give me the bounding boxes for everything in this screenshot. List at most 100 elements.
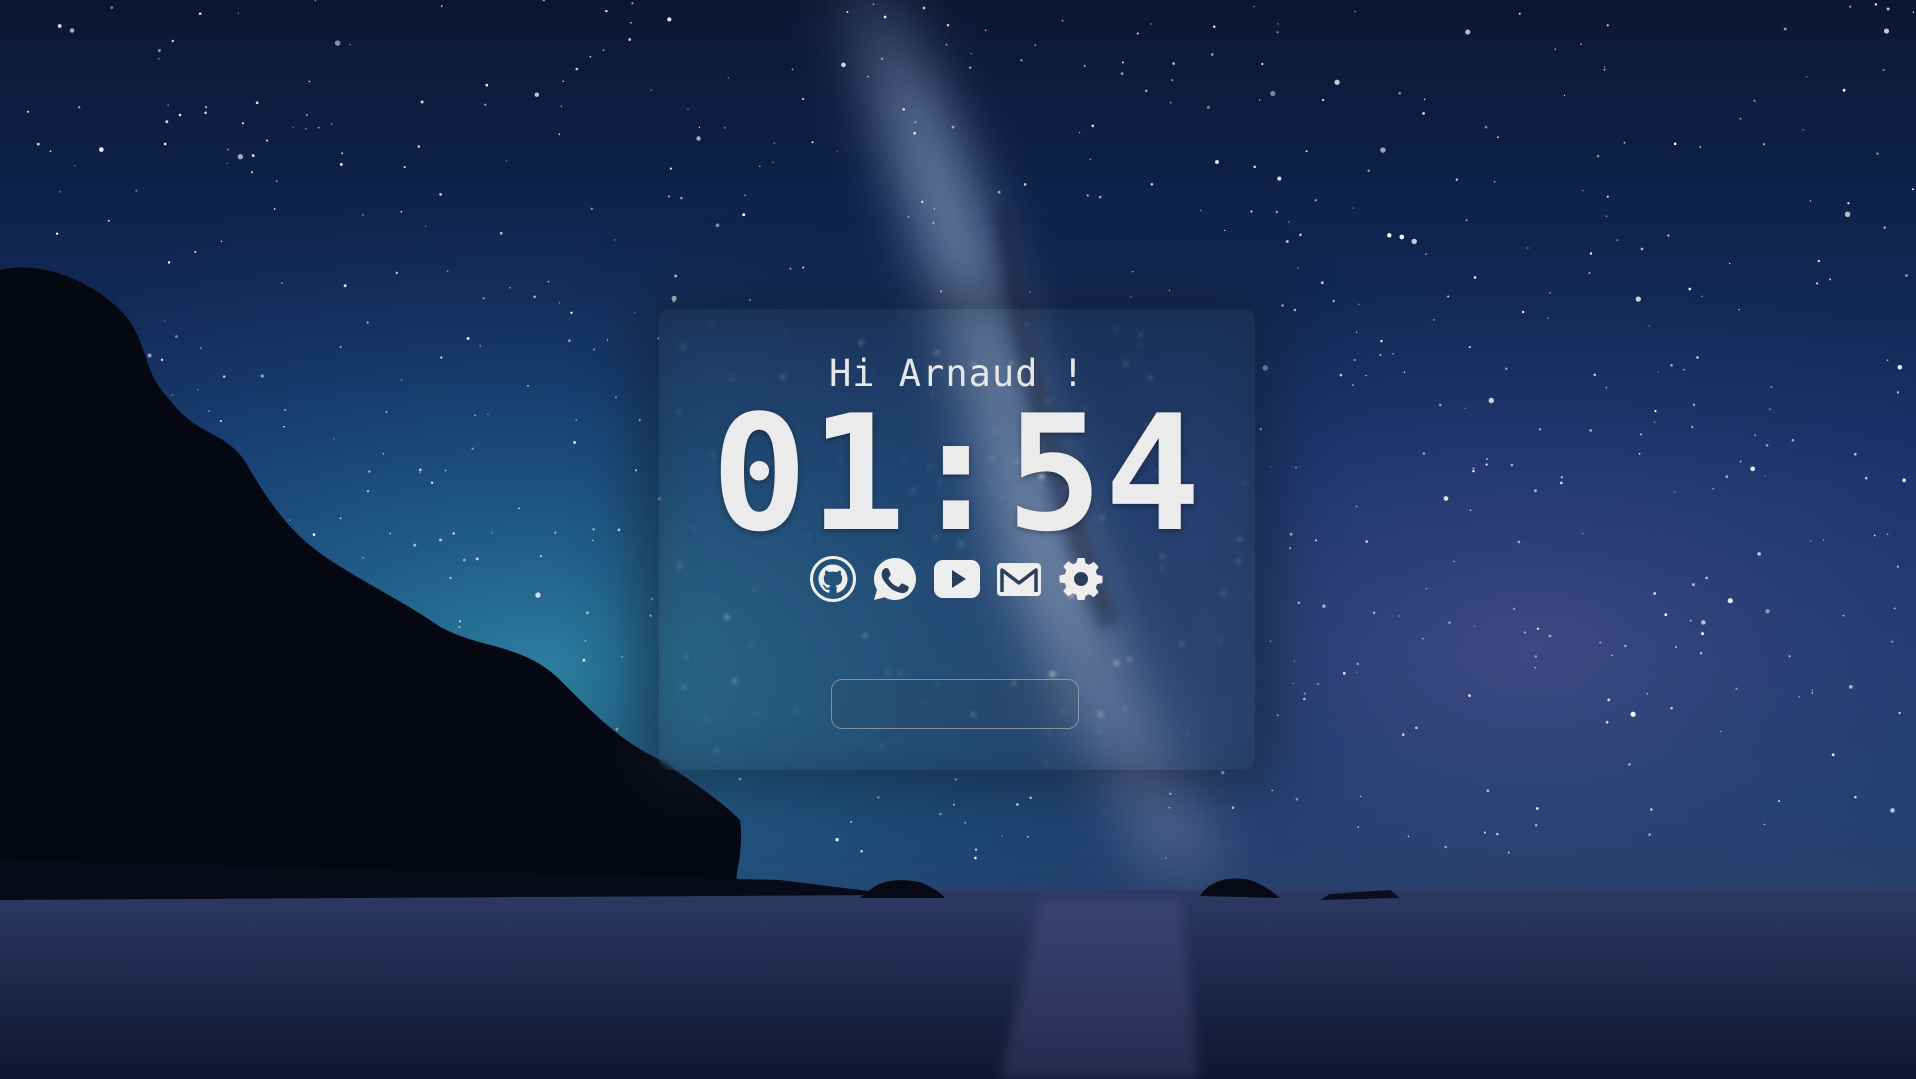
star [1712, 488, 1714, 490]
star [275, 180, 278, 182]
star [1765, 444, 1769, 447]
star [273, 208, 276, 210]
star [440, 5, 443, 8]
star [1763, 823, 1766, 826]
star [284, 408, 287, 411]
star [1911, 188, 1914, 191]
star [1791, 439, 1795, 442]
star [913, 131, 916, 135]
star [614, 239, 616, 241]
star [362, 214, 364, 216]
star [590, 207, 593, 210]
star [400, 210, 403, 213]
gear-icon[interactable] [1057, 555, 1105, 603]
star [241, 122, 244, 125]
star [36, 142, 40, 146]
star [535, 592, 541, 598]
star [1534, 666, 1536, 669]
star [1518, 12, 1521, 15]
star [1533, 489, 1537, 493]
star [1588, 271, 1591, 275]
star [250, 171, 254, 174]
star [1253, 165, 1256, 169]
star [1089, 158, 1092, 161]
star [1287, 221, 1290, 223]
star [204, 106, 208, 109]
star [99, 147, 104, 152]
star [1213, 25, 1216, 28]
star [251, 154, 255, 158]
star [1150, 23, 1152, 25]
star [449, 576, 452, 580]
star [1653, 421, 1656, 423]
star [1380, 339, 1383, 343]
star [110, 6, 114, 9]
star [1505, 367, 1508, 371]
star [1848, 685, 1853, 689]
star [638, 419, 641, 422]
star [1701, 620, 1706, 625]
star [575, 67, 579, 71]
star [1770, 385, 1773, 388]
star [1882, 69, 1885, 72]
star [219, 420, 222, 423]
star [1253, 5, 1255, 8]
star [475, 557, 479, 561]
star [1220, 770, 1225, 775]
star [560, 105, 563, 108]
star [1606, 195, 1609, 198]
star [835, 838, 839, 842]
star [1486, 789, 1490, 793]
star [1547, 317, 1549, 319]
star [1675, 646, 1677, 648]
star [280, 282, 283, 284]
star [680, 196, 683, 200]
star [198, 12, 202, 15]
star [175, 335, 178, 338]
star [1512, 607, 1516, 610]
star [1883, 28, 1890, 34]
star [317, 126, 320, 129]
star [1896, 565, 1900, 568]
star [69, 28, 75, 33]
star [1305, 150, 1308, 153]
star [222, 375, 226, 378]
gmail-icon[interactable] [995, 555, 1043, 603]
star [539, 555, 542, 557]
star [400, 379, 403, 382]
star [964, 822, 967, 824]
star [1816, 282, 1819, 285]
star [1783, 27, 1787, 31]
star [696, 136, 701, 141]
star [1215, 160, 1219, 164]
star [165, 120, 169, 124]
star [1334, 79, 1340, 85]
star [1842, 88, 1846, 92]
star [1496, 832, 1499, 836]
star [1444, 845, 1448, 849]
star [367, 490, 369, 493]
star [742, 213, 746, 217]
star [157, 49, 161, 52]
search-input[interactable] [831, 679, 1079, 729]
star [339, 517, 342, 520]
star [585, 611, 589, 615]
whatsapp-icon[interactable] [871, 555, 919, 603]
star [479, 344, 482, 347]
star [1411, 238, 1417, 245]
star [547, 280, 550, 283]
github-icon[interactable] [809, 555, 857, 603]
star [1332, 299, 1335, 303]
star [1822, 539, 1825, 541]
star [339, 162, 343, 166]
youtube-icon[interactable] [933, 555, 981, 603]
star [1582, 189, 1584, 192]
star [1130, 296, 1132, 298]
star [485, 83, 489, 87]
star [1593, 373, 1596, 376]
star [974, 848, 978, 851]
star [1098, 195, 1102, 199]
star [1271, 789, 1273, 792]
star [237, 154, 244, 160]
star [1356, 671, 1358, 673]
